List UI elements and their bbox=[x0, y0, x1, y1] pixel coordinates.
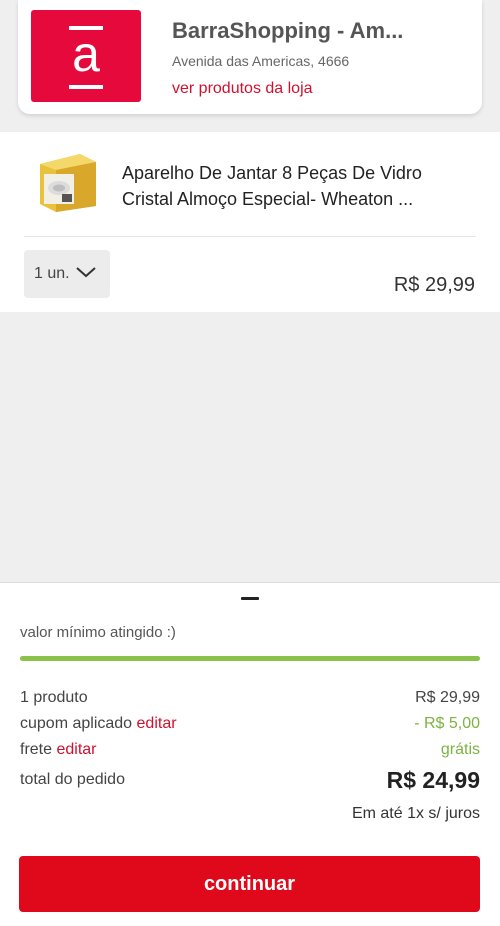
store-address: Avenida das Americas, 4666 bbox=[172, 53, 350, 69]
coupon-label-wrap: cupom aplicado editar bbox=[20, 715, 177, 733]
store-header: a BarraShopping - Am... Avenida das Amer… bbox=[0, 0, 500, 132]
logo-bar-bottom bbox=[69, 85, 103, 89]
view-store-products-link[interactable]: ver produtos da loja bbox=[172, 80, 313, 98]
logo-letter: a bbox=[72, 26, 100, 82]
installments-info: Em até 1x s/ juros bbox=[351, 805, 480, 822]
chevron-down-icon bbox=[76, 267, 96, 278]
minimum-value-message: valor mínimo atingido :) bbox=[20, 624, 176, 641]
total-label: total do pedido bbox=[20, 771, 125, 788]
product-title: Aparelho De Jantar 8 Peças De Vidro Cris… bbox=[122, 163, 422, 209]
shipping-value: grátis bbox=[440, 741, 480, 758]
quantity-selector[interactable]: 1 un. bbox=[24, 250, 110, 298]
continue-button[interactable]: continuar bbox=[19, 856, 480, 912]
store-card[interactable]: a BarraShopping - Am... Avenida das Amer… bbox=[18, 0, 482, 114]
progress-fill bbox=[20, 656, 480, 661]
coupon-value: - R$ 5,00 bbox=[414, 715, 480, 732]
item-price: R$ 29,99 bbox=[393, 274, 475, 296]
divider bbox=[24, 236, 476, 237]
minimum-value-progress bbox=[20, 656, 480, 661]
products-label: 1 produto bbox=[20, 689, 88, 706]
store-name: BarraShopping - Am... bbox=[172, 18, 404, 43]
shipping-label: frete bbox=[20, 741, 53, 758]
coupon-label: cupom aplicado bbox=[20, 715, 133, 732]
total-value: R$ 24,99 bbox=[386, 767, 480, 793]
cart-item: Aparelho De Jantar 8 Peças De Vidro Cris… bbox=[0, 132, 500, 312]
store-logo: a bbox=[31, 10, 141, 102]
edit-coupon-link[interactable]: editar bbox=[137, 715, 177, 732]
product-thumbnail bbox=[40, 154, 96, 212]
sheet-drag-handle[interactable] bbox=[241, 597, 259, 600]
edit-shipping-link[interactable]: editar bbox=[56, 741, 96, 758]
shipping-label-wrap: frete editar bbox=[20, 741, 97, 759]
order-summary-sheet: valor mínimo atingido :) 1 produto R$ 29… bbox=[0, 582, 500, 926]
products-value: R$ 29,99 bbox=[415, 689, 480, 706]
quantity-value: 1 un. bbox=[34, 265, 70, 282]
